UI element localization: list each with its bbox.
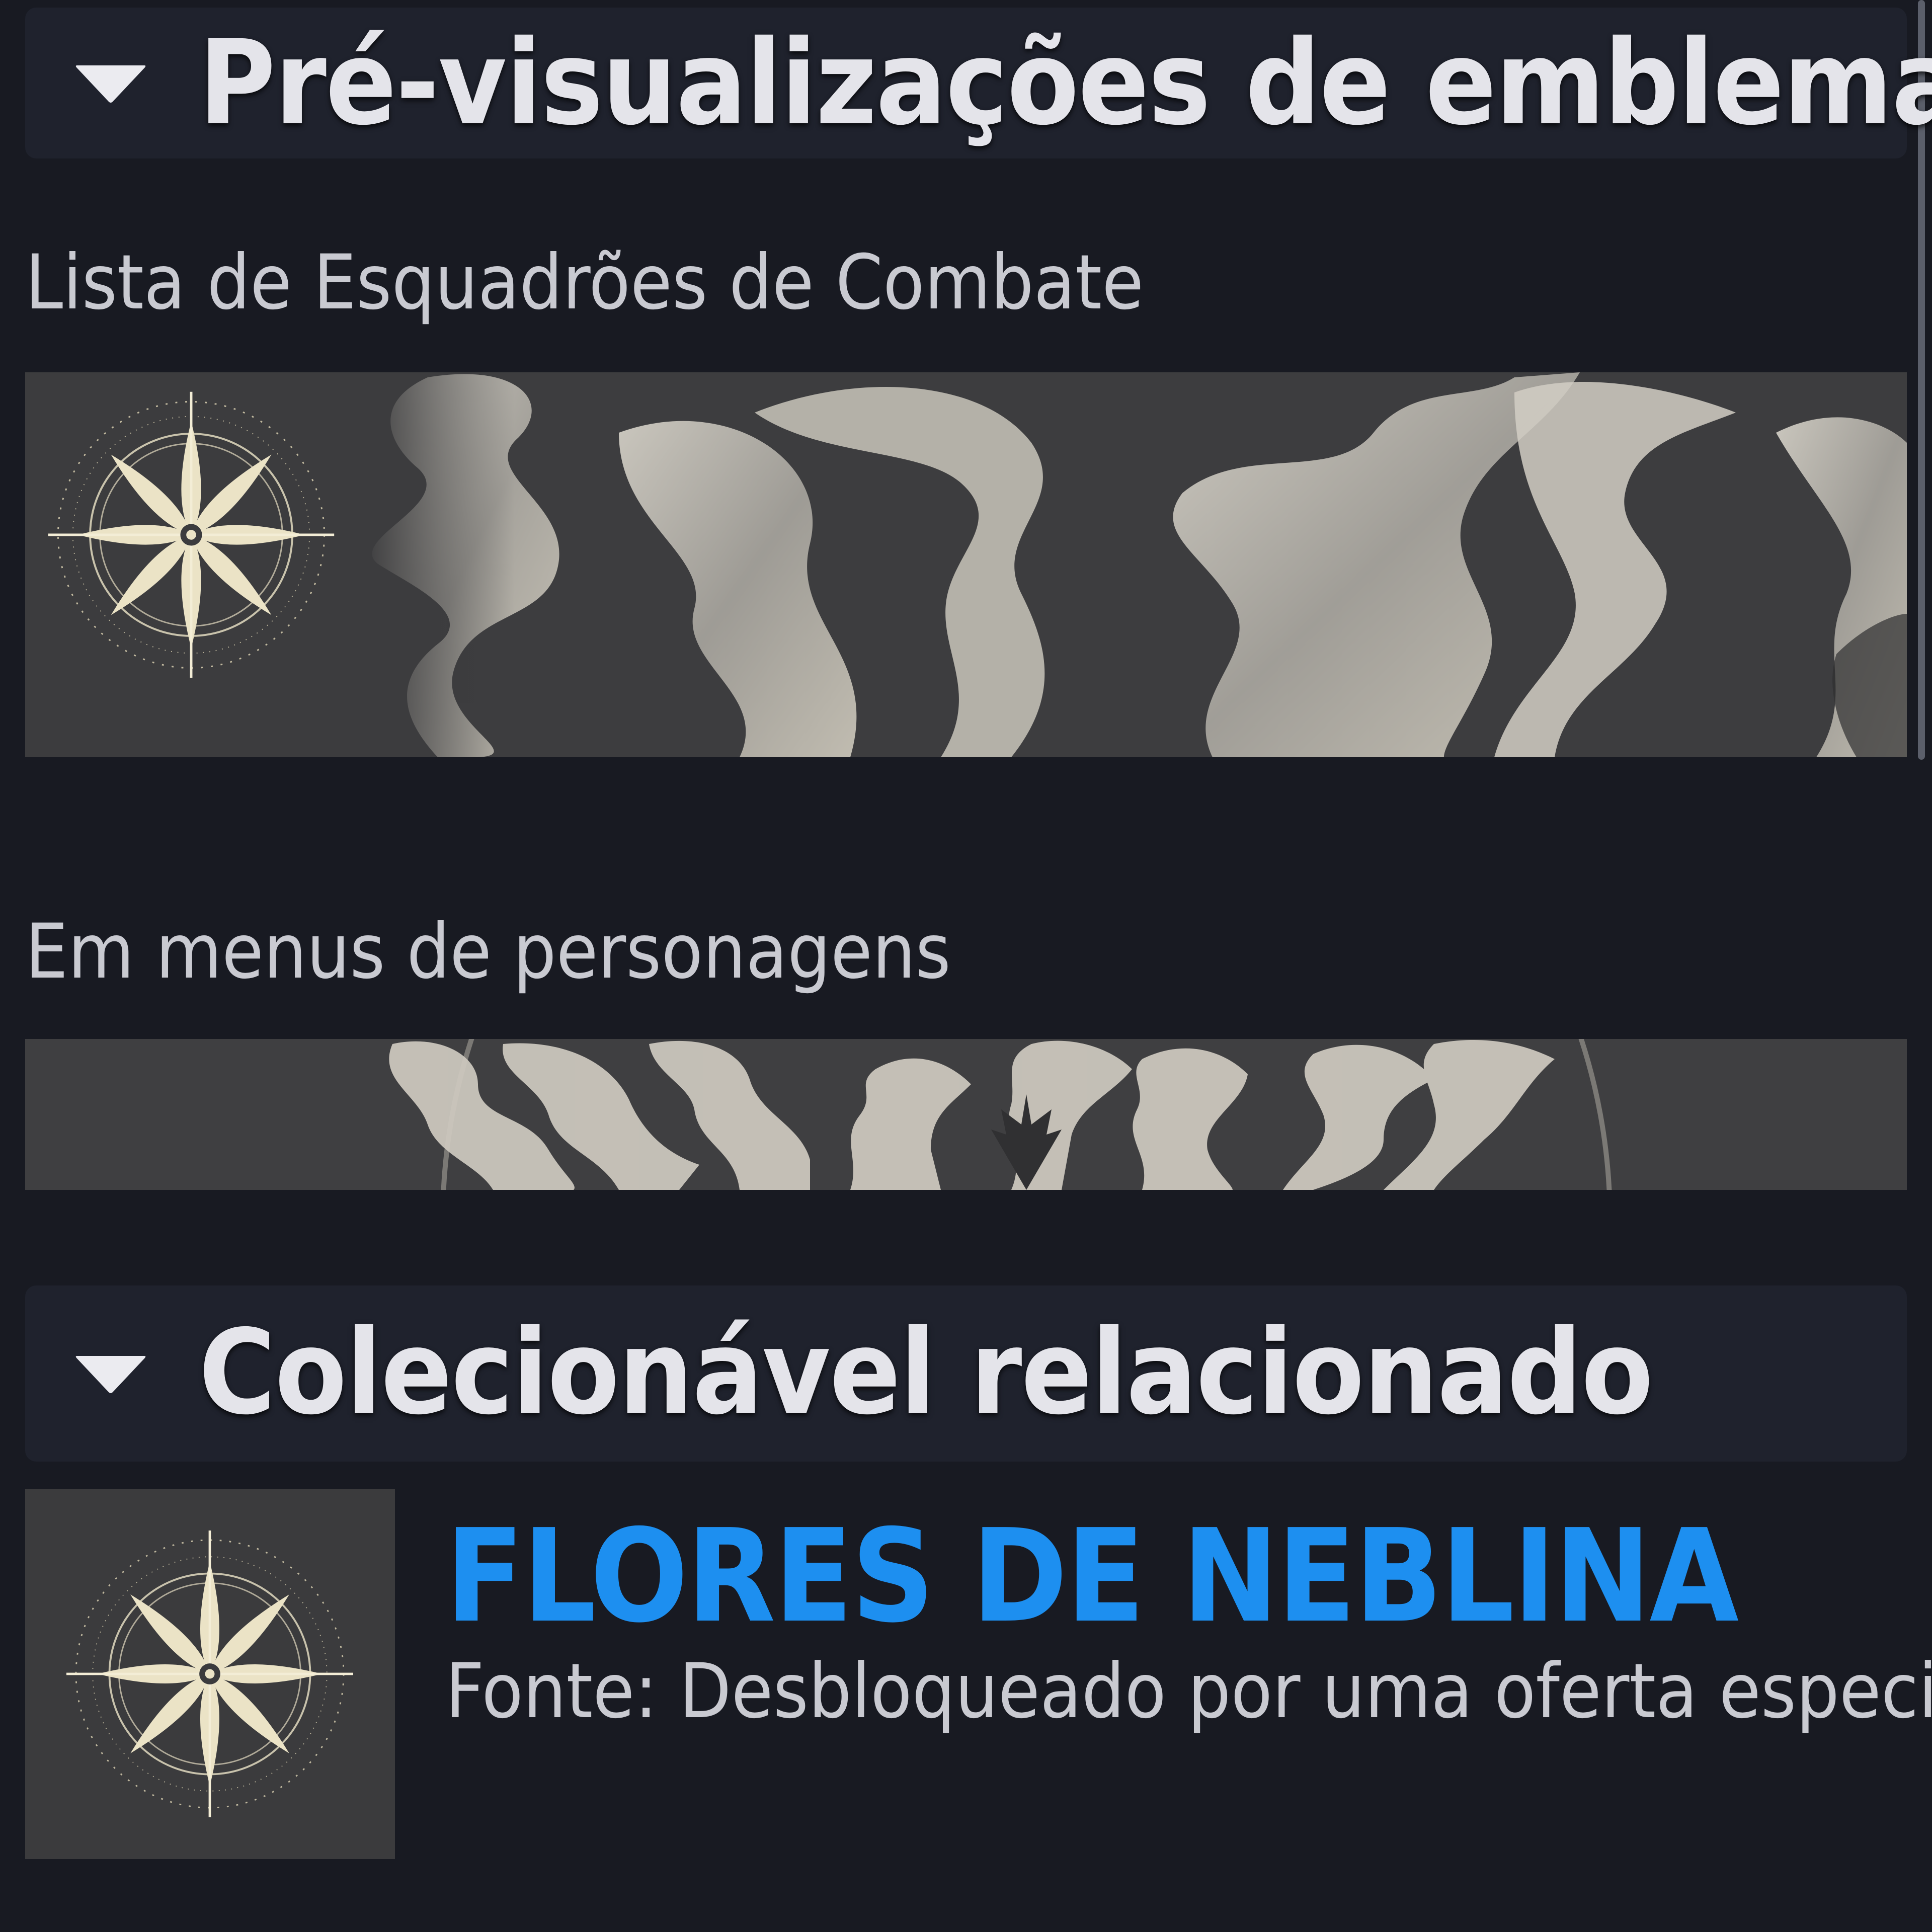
roster-emblem-banner bbox=[25, 372, 1907, 757]
collectible-name[interactable]: FLORES DE NEBLINA bbox=[445, 1502, 1739, 1651]
character-preview-label: Em menus de personagens bbox=[25, 908, 951, 996]
emblem-previews-header[interactable]: Pré-visualizações de emblemas bbox=[25, 8, 1932, 158]
collectible-source: Fonte: Desbloqueado por uma oferta espec… bbox=[445, 1648, 1932, 1735]
chevron-down-icon[interactable] bbox=[73, 1336, 148, 1411]
roster-preview-label: Lista de Esquadrões de Combate bbox=[25, 239, 1144, 327]
chevron-down-icon[interactable] bbox=[73, 45, 148, 121]
collectible-thumbnail[interactable] bbox=[25, 1489, 395, 1859]
related-collectible-header[interactable]: Colecionável relacionado bbox=[25, 1285, 1907, 1462]
character-emblem-banner bbox=[25, 1039, 1907, 1190]
section-title: Colecionável relacionado bbox=[199, 1305, 1653, 1440]
section-title: Pré-visualizações de emblemas bbox=[199, 15, 1932, 151]
